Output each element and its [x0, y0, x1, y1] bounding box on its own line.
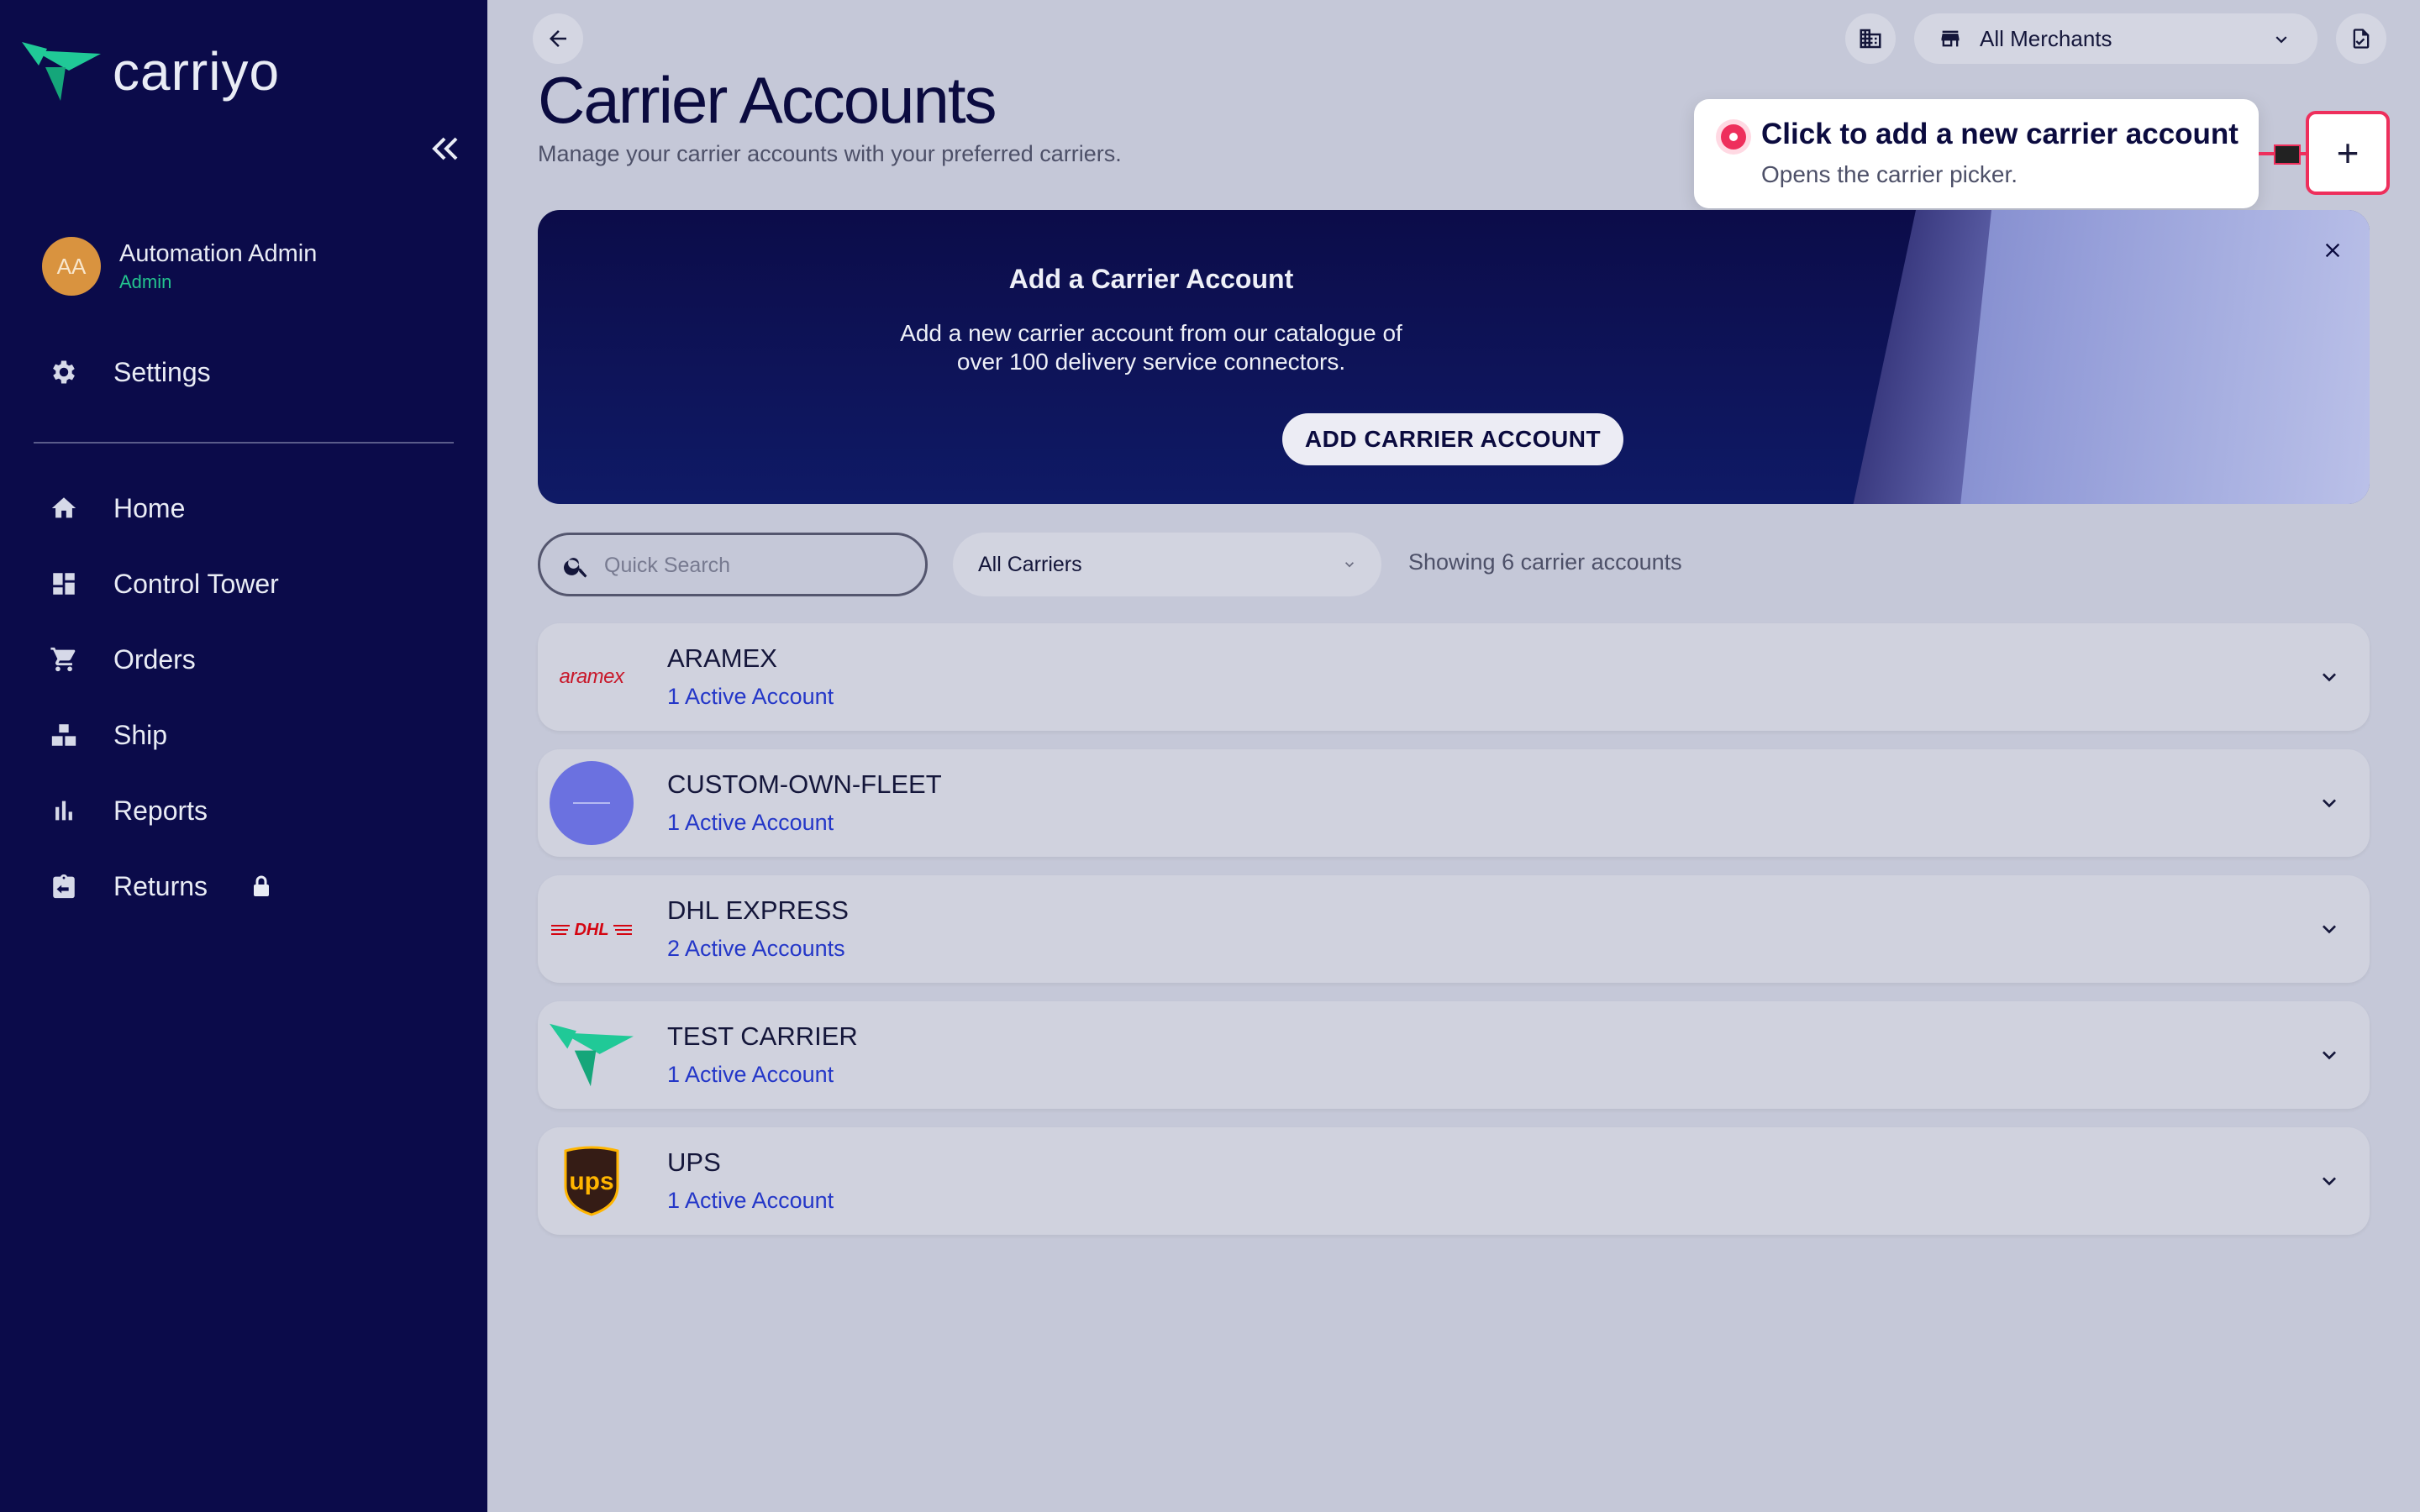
sidebar-item-label: Ship: [113, 719, 168, 750]
bar-chart-icon: [47, 794, 81, 827]
chevron-down-icon: [1345, 562, 1354, 568]
carrier-name: DHL EXPRESS: [667, 895, 849, 925]
tooltip-text: Opens the carrier picker.: [1761, 161, 2018, 187]
ups-logo-text: ups: [569, 1168, 613, 1195]
avatar: AA: [42, 237, 101, 296]
carrier-card-ups[interactable]: ups UPS 1 Active Account: [538, 1127, 2370, 1235]
dhl-logo-text: DHL: [574, 921, 608, 939]
dhl-logo: DHL: [550, 887, 634, 971]
aramex-logo: aramex: [550, 635, 634, 719]
carrier-account-count[interactable]: 1 Active Account: [667, 684, 834, 710]
add-carrier-account-cta[interactable]: ADD CARRIER ACCOUNT: [1282, 413, 1623, 465]
search-icon: [564, 558, 587, 578]
sidebar-item-label: Settings: [113, 356, 211, 387]
close-icon: [2325, 243, 2340, 258]
tooltip-indicator-icon: [1721, 124, 1746, 150]
banner-decoration: [1960, 210, 2370, 504]
sidebar-item-label: Home: [113, 492, 186, 523]
arrow-left-icon: [550, 30, 566, 47]
dashboard-icon: [47, 567, 81, 601]
home-icon: [47, 491, 81, 525]
search-input[interactable]: [602, 545, 908, 585]
merchant-select-value: All Merchants: [1980, 25, 2112, 51]
sidebar-item-control-tower[interactable]: Control Tower: [0, 554, 487, 613]
cart-icon: [47, 643, 81, 676]
sidebar-item-label: Orders: [113, 643, 196, 675]
chevron-down-icon: [2275, 36, 2287, 44]
sidebar-divider: [34, 442, 454, 444]
banner-title: Add a Carrier Account: [1008, 264, 1294, 294]
carrier-filter-value: All Carriers: [978, 552, 1082, 576]
organization-button[interactable]: [1845, 13, 1896, 64]
plus-icon: +: [2336, 131, 2360, 175]
carrier-filter-select[interactable]: All Carriers: [953, 533, 1381, 596]
banner-text-line: Add a new carrier account from our catal…: [900, 320, 1402, 346]
double-chevron-left-icon: [432, 137, 458, 160]
building-icon: [1860, 29, 1881, 49]
onboarding-tooltip: Click to add a new carrier account Opens…: [1694, 99, 2259, 208]
sidebar-item-label: Reports: [113, 795, 208, 826]
user-profile[interactable]: AA Automation Admin Admin: [42, 237, 317, 296]
carrier-account-count[interactable]: 1 Active Account: [667, 1062, 834, 1088]
aramex-logo-text: aramex: [559, 665, 624, 688]
sidebar-item-returns[interactable]: Returns: [0, 857, 487, 916]
carrier-card-test-carrier[interactable]: TEST CARRIER 1 Active Account: [538, 1001, 2370, 1109]
carrier-name: ARAMEX: [667, 643, 777, 673]
sidebar-item-orders[interactable]: Orders: [0, 630, 487, 689]
carriyo-bird-icon: [22, 42, 101, 101]
sidebar-item-settings[interactable]: Settings: [0, 343, 487, 402]
sidebar-item-reports[interactable]: Reports: [0, 781, 487, 840]
expand-chevron-icon[interactable]: [2312, 660, 2346, 694]
sidebar-item-ship[interactable]: Ship: [0, 706, 487, 764]
tooltip-title: Click to add a new carrier account: [1761, 118, 2238, 150]
carrier-name: UPS: [667, 1147, 721, 1177]
page-subtitle: Manage your carrier accounts with your p…: [538, 141, 1122, 166]
sidebar-item-label: Returns: [113, 870, 208, 901]
carrier-account-count[interactable]: 1 Active Account: [667, 810, 834, 836]
expand-chevron-icon[interactable]: [2312, 1038, 2346, 1072]
lock-icon: [252, 875, 272, 899]
tooltip-target-marker: [2274, 144, 2301, 165]
brand-name: carriyo: [113, 41, 281, 102]
sidebar: carriyo AA Automation Admin Admin Settin…: [0, 0, 487, 1512]
ship-icon: [47, 718, 81, 752]
store-icon: [1941, 30, 1960, 47]
sidebar-item-home[interactable]: Home: [0, 479, 487, 538]
merchant-select[interactable]: All Merchants: [1914, 13, 2317, 64]
banner-text-line: over 100 delivery service connectors.: [956, 349, 1346, 375]
carrier-account-count[interactable]: 1 Active Account: [667, 1188, 834, 1214]
user-name: Automation Admin: [119, 239, 318, 267]
collapse-sidebar-button[interactable]: [420, 128, 471, 170]
add-carrier-account-button[interactable]: +: [2306, 111, 2390, 195]
page-title: Carrier Accounts: [538, 63, 997, 137]
add-carrier-banner: Add a Carrier Account Add a new carrier …: [538, 210, 2370, 504]
custom-fleet-logo: [550, 761, 634, 845]
results-count: Showing 6 carrier accounts: [1408, 549, 1682, 575]
document-check-icon: [2353, 29, 2370, 49]
test-carrier-logo: [550, 1013, 634, 1097]
banner-text: Add a new carrier account from our catal…: [538, 319, 1765, 376]
back-button[interactable]: [533, 13, 583, 64]
gear-icon: [47, 355, 81, 389]
expand-chevron-icon[interactable]: [2312, 912, 2346, 946]
sidebar-item-label: Control Tower: [113, 568, 279, 599]
expand-chevron-icon[interactable]: [2312, 1164, 2346, 1198]
returns-icon: [47, 869, 81, 903]
carrier-card-aramex[interactable]: aramex ARAMEX 1 Active Account: [538, 623, 2370, 731]
carrier-card-dhl-express[interactable]: DHL DHL EXPRESS 2 Active Accounts: [538, 875, 2370, 983]
carrier-name: TEST CARRIER: [667, 1021, 858, 1051]
carrier-name: CUSTOM-OWN-FLEET: [667, 769, 942, 799]
banner-close-button[interactable]: [2314, 232, 2351, 269]
user-role: Admin: [119, 270, 172, 292]
ups-logo: ups: [550, 1139, 634, 1223]
user-info: Automation Admin Admin: [119, 240, 317, 293]
carrier-card-custom-own-fleet[interactable]: CUSTOM-OWN-FLEET 1 Active Account: [538, 749, 2370, 857]
carriyo-logo[interactable]: carriyo: [22, 40, 280, 102]
quick-search[interactable]: [538, 533, 928, 596]
task-list-button[interactable]: [2336, 13, 2386, 64]
carrier-account-count[interactable]: 2 Active Accounts: [667, 936, 845, 962]
expand-chevron-icon[interactable]: [2312, 786, 2346, 820]
